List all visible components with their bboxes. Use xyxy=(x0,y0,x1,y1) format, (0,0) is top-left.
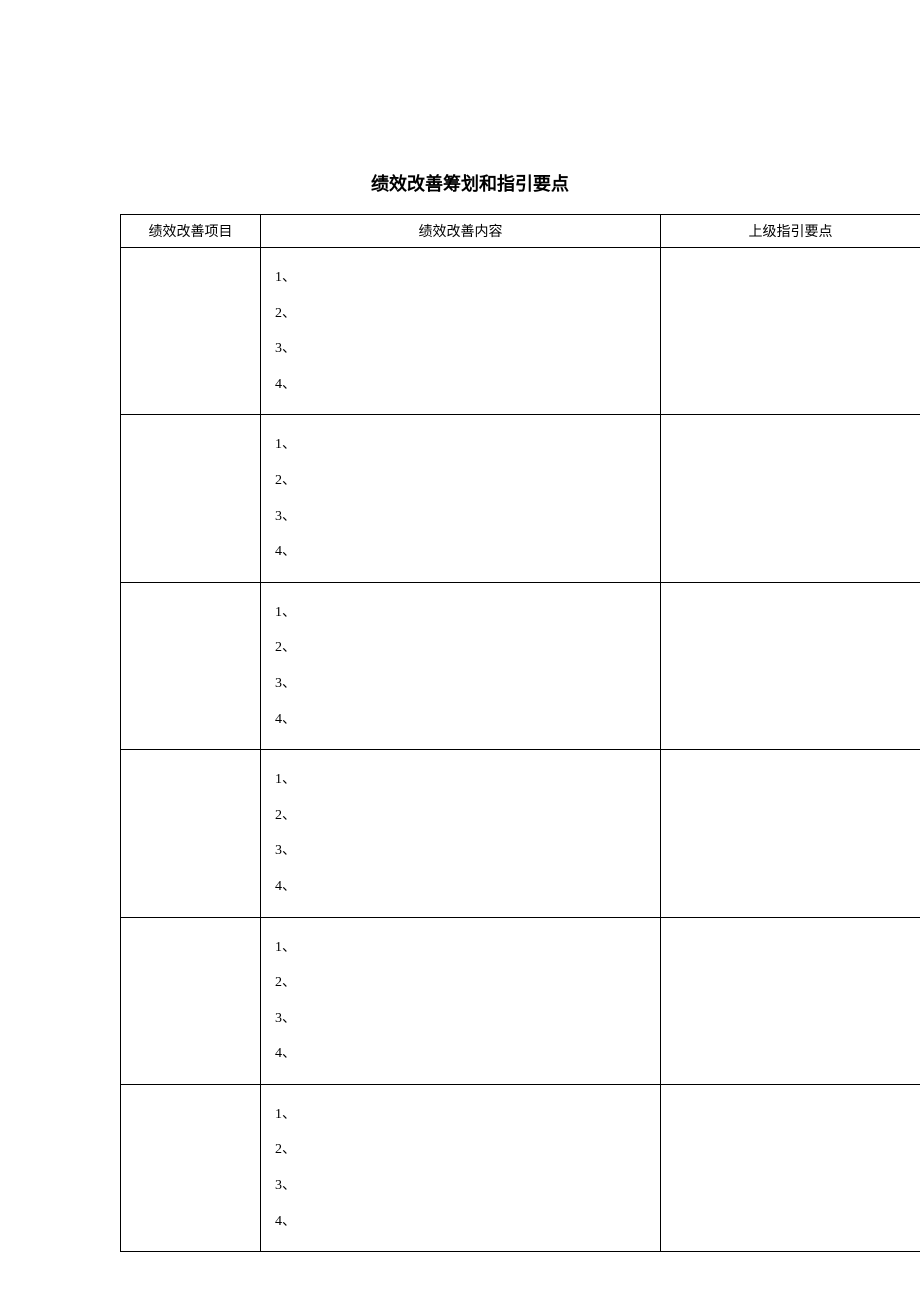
list-item: 4、 xyxy=(275,534,650,570)
guide-cell xyxy=(661,248,920,415)
guide-cell xyxy=(661,1084,920,1251)
list-item: 2、 xyxy=(275,463,650,499)
table-header-row: 绩效改善项目 绩效改善内容 上级指引要点 xyxy=(121,215,920,248)
guide-cell xyxy=(661,917,920,1084)
document-title: 绩效改善筹划和指引要点 xyxy=(70,170,870,196)
list-item: 2、 xyxy=(275,965,650,1001)
guide-cell xyxy=(661,750,920,917)
list-item: 2、 xyxy=(275,1132,650,1168)
content-list: 1、2、3、4、 xyxy=(275,427,650,569)
list-item: 1、 xyxy=(275,260,650,296)
table-row: 1、2、3、4、 xyxy=(121,750,920,917)
list-item: 1、 xyxy=(275,427,650,463)
header-content: 绩效改善内容 xyxy=(261,215,661,248)
performance-table: 绩效改善项目 绩效改善内容 上级指引要点 1、2、3、4、1、2、3、4、1、2… xyxy=(120,214,920,1252)
project-cell xyxy=(121,750,261,917)
table-row: 1、2、3、4、 xyxy=(121,248,920,415)
list-item: 1、 xyxy=(275,1097,650,1133)
table-row: 1、2、3、4、 xyxy=(121,415,920,582)
project-cell xyxy=(121,248,261,415)
table-body: 1、2、3、4、1、2、3、4、1、2、3、4、1、2、3、4、1、2、3、4、… xyxy=(121,248,920,1252)
list-item: 4、 xyxy=(275,702,650,738)
list-item: 4、 xyxy=(275,869,650,905)
content-cell: 1、2、3、4、 xyxy=(261,750,661,917)
header-guide: 上级指引要点 xyxy=(661,215,920,248)
list-item: 3、 xyxy=(275,1168,650,1204)
content-cell: 1、2、3、4、 xyxy=(261,582,661,749)
content-list: 1、2、3、4、 xyxy=(275,762,650,904)
content-cell: 1、2、3、4、 xyxy=(261,1084,661,1251)
list-item: 2、 xyxy=(275,630,650,666)
list-item: 3、 xyxy=(275,499,650,535)
header-project: 绩效改善项目 xyxy=(121,215,261,248)
guide-cell xyxy=(661,415,920,582)
list-item: 1、 xyxy=(275,595,650,631)
content-cell: 1、2、3、4、 xyxy=(261,415,661,582)
table-row: 1、2、3、4、 xyxy=(121,917,920,1084)
content-cell: 1、2、3、4、 xyxy=(261,917,661,1084)
guide-cell xyxy=(661,582,920,749)
content-list: 1、2、3、4、 xyxy=(275,1097,650,1239)
project-cell xyxy=(121,917,261,1084)
list-item: 2、 xyxy=(275,296,650,332)
content-list: 1、2、3、4、 xyxy=(275,595,650,737)
content-list: 1、2、3、4、 xyxy=(275,930,650,1072)
table-row: 1、2、3、4、 xyxy=(121,1084,920,1251)
list-item: 4、 xyxy=(275,367,650,403)
list-item: 2、 xyxy=(275,798,650,834)
content-cell: 1、2、3、4、 xyxy=(261,248,661,415)
project-cell xyxy=(121,582,261,749)
project-cell xyxy=(121,415,261,582)
list-item: 4、 xyxy=(275,1204,650,1240)
list-item: 3、 xyxy=(275,833,650,869)
list-item: 1、 xyxy=(275,930,650,966)
list-item: 3、 xyxy=(275,331,650,367)
list-item: 1、 xyxy=(275,762,650,798)
table-row: 1、2、3、4、 xyxy=(121,582,920,749)
project-cell xyxy=(121,1084,261,1251)
list-item: 4、 xyxy=(275,1036,650,1072)
list-item: 3、 xyxy=(275,1001,650,1037)
list-item: 3、 xyxy=(275,666,650,702)
content-list: 1、2、3、4、 xyxy=(275,260,650,402)
